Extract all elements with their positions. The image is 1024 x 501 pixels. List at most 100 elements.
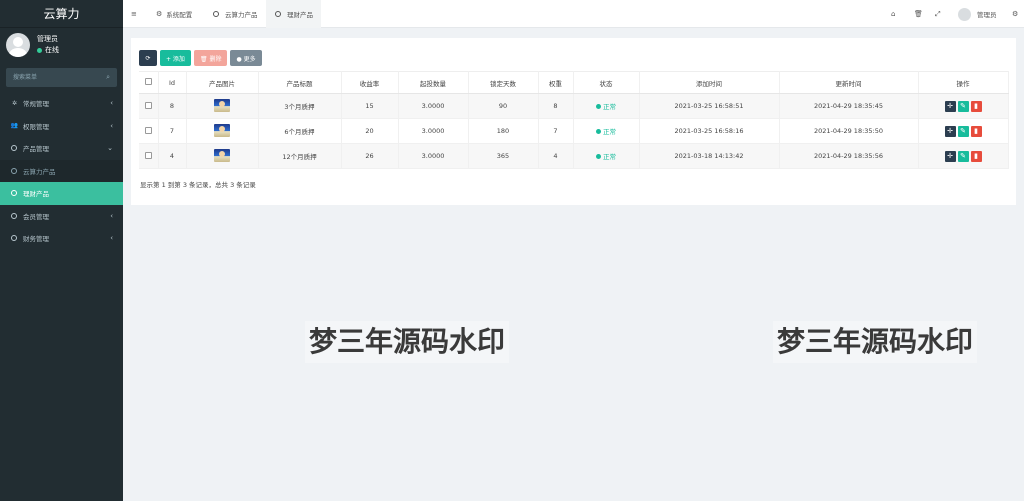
circle-icon xyxy=(11,235,17,242)
pagination-summary: 显示第 1 到第 3 条记录，总共 3 条记录 xyxy=(140,181,256,189)
status-label: 正常 xyxy=(603,103,616,111)
cell-created: 2021-03-25 16:58:51 xyxy=(639,93,780,119)
delete-icon[interactable]: ▮ xyxy=(970,150,982,162)
cell-created: 2021-03-25 16:58:16 xyxy=(639,118,780,144)
cell-updated: 2021-04-29 18:35:50 xyxy=(779,118,919,144)
cell-days: 90 xyxy=(468,93,539,119)
cell-id: 4 xyxy=(158,143,187,169)
top-navbar: ≡ ⚙ 系统配置 云算力产品 理财产品 ⌂ 🗑 ⤢ 管理员 ⚙ xyxy=(123,0,1024,28)
avatar xyxy=(958,7,971,21)
product-thumbnail[interactable] xyxy=(214,123,230,137)
tab-finance-products[interactable]: 理财产品 xyxy=(266,0,321,28)
delete-button[interactable]: 🗑 删除 xyxy=(193,50,228,66)
edit-icon[interactable]: ✎ xyxy=(957,125,969,137)
add-button[interactable]: + 添加 xyxy=(160,50,191,66)
sidebar-item-label: 云算力产品 xyxy=(23,167,56,176)
cell-rate: 20 xyxy=(341,118,399,144)
cell-created: 2021-03-18 14:13:42 xyxy=(639,143,780,169)
edit-icon[interactable]: ✎ xyxy=(957,100,969,112)
row-checkbox[interactable] xyxy=(139,118,159,144)
status-label: 正常 xyxy=(603,128,616,136)
table-toolbar: ⟳ + 添加 🗑 删除 ● 更多 xyxy=(139,50,262,66)
table-row[interactable]: 7 6个月质押 20 3.0000 180 7 正常 2021-03-25 16… xyxy=(139,118,1009,144)
edit-icon[interactable]: ✎ xyxy=(957,150,969,162)
group-icon: 👥 xyxy=(10,122,19,130)
cell-status: 正常 xyxy=(573,118,640,144)
drag-sort-icon[interactable]: ✛ xyxy=(944,125,956,137)
cell-id: 8 xyxy=(158,93,187,119)
delete-icon[interactable]: ▮ xyxy=(970,125,982,137)
row-checkbox[interactable] xyxy=(139,93,159,119)
product-thumbnail[interactable] xyxy=(214,148,230,162)
app-logo[interactable]: 云算力 xyxy=(0,0,123,28)
sidebar-item-label: 会员管理 xyxy=(23,212,49,221)
sidebar-item-permissions[interactable]: 👥 权限管理 ‹ xyxy=(0,115,123,138)
cell-updated: 2021-04-29 18:35:56 xyxy=(779,143,919,169)
sidebar-item-label: 理财产品 xyxy=(23,190,49,199)
tab-label: 云算力产品 xyxy=(225,11,258,19)
user-menu[interactable]: 管理员 xyxy=(958,0,997,28)
drag-sort-icon[interactable]: ✛ xyxy=(944,150,956,162)
tab-cloud-products[interactable]: 云算力产品 xyxy=(212,0,258,28)
sidebar-item-products[interactable]: 产品管理 ⌄ xyxy=(0,137,123,160)
cell-actions: ✛ ✎ ▮ xyxy=(918,93,1009,119)
user-status-label: 在线 xyxy=(45,46,59,54)
user-status: 在线 xyxy=(37,45,59,55)
cell-days: 180 xyxy=(468,118,539,144)
cell-min: 3.0000 xyxy=(398,143,469,169)
menu-toggle-icon[interactable]: ≡ xyxy=(131,0,141,28)
cell-actions: ✛ ✎ ▮ xyxy=(918,143,1009,169)
tab-system-config[interactable]: ⚙ 系统配置 xyxy=(156,0,192,28)
cell-status: 正常 xyxy=(573,93,640,119)
status-label: 正常 xyxy=(603,153,616,161)
trash-icon[interactable]: 🗑 xyxy=(914,0,923,28)
sidebar-item-label: 产品管理 xyxy=(23,145,49,154)
settings-icon[interactable]: ⚙ xyxy=(1012,0,1018,28)
status-dot-icon xyxy=(596,103,601,109)
search-icon[interactable]: ⌕ xyxy=(106,68,110,87)
delete-icon[interactable]: ▮ xyxy=(970,100,982,112)
cell-actions: ✛ ✎ ▮ xyxy=(918,118,1009,144)
circle-icon xyxy=(213,11,219,17)
product-thumbnail[interactable] xyxy=(214,98,230,112)
cell-image[interactable] xyxy=(186,118,259,144)
cell-weight: 4 xyxy=(538,143,574,169)
fullscreen-icon[interactable]: ⤢ xyxy=(935,0,941,28)
cell-rate: 26 xyxy=(341,143,399,169)
table-row[interactable]: 4 12个月质押 26 3.0000 365 4 正常 2021-03-18 1… xyxy=(139,143,1009,169)
row-checkbox[interactable] xyxy=(139,143,159,169)
cell-image[interactable] xyxy=(186,93,259,119)
user-menu-label: 管理员 xyxy=(977,11,997,19)
watermark: 梦三年源码水印 xyxy=(773,321,978,363)
cell-id: 7 xyxy=(158,118,187,144)
online-dot-icon xyxy=(37,47,42,53)
chevron-left-icon: ‹ xyxy=(110,121,113,130)
sidebar-item-members[interactable]: 会员管理 ‹ xyxy=(0,205,123,228)
column-header: 产品标题 xyxy=(258,71,342,94)
menu-search-input[interactable]: 搜索菜单 ⌕ xyxy=(6,68,117,87)
cell-image[interactable] xyxy=(186,143,259,169)
select-all-checkbox[interactable] xyxy=(139,71,159,94)
column-header[interactable]: Id xyxy=(158,71,187,94)
drag-sort-icon[interactable]: ✛ xyxy=(944,100,956,112)
user-name: 管理员 xyxy=(37,35,58,43)
sidebar-item-label: 权限管理 xyxy=(23,122,49,131)
cogs-icon: ✲ xyxy=(11,99,18,107)
hamburger-icon[interactable]: ≡ xyxy=(131,10,137,18)
gear-icon: ⚙ xyxy=(156,10,163,18)
cell-title: 12个月质押 xyxy=(258,143,342,169)
sidebar-item-cloud-products[interactable]: 云算力产品 xyxy=(0,159,123,182)
chevron-down-icon: ⌄ xyxy=(107,144,113,153)
sidebar-item-finance[interactable]: 财务管理 ‹ xyxy=(0,227,123,250)
cell-min: 3.0000 xyxy=(398,93,469,119)
sidebar-item-finance-products[interactable]: 理财产品 xyxy=(0,182,123,205)
circle-icon xyxy=(275,11,281,17)
user-panel: 管理员 在线 xyxy=(0,28,123,64)
refresh-button[interactable]: ⟳ xyxy=(139,50,157,66)
sidebar-item-general[interactable]: ✲ 常规管理 ‹ xyxy=(0,92,123,115)
sidebar: 云算力 管理员 在线 搜索菜单 ⌕ ✲ 常规管理 ‹ 👥 权限管理 ‹ 产品管理… xyxy=(0,0,123,501)
more-button[interactable]: ● 更多 xyxy=(230,50,262,66)
table-row[interactable]: 8 3个月质押 15 3.0000 90 8 正常 2021-03-25 16:… xyxy=(139,93,1009,119)
column-header: 更新时间 xyxy=(779,71,919,94)
home-icon[interactable]: ⌂ xyxy=(891,0,895,28)
